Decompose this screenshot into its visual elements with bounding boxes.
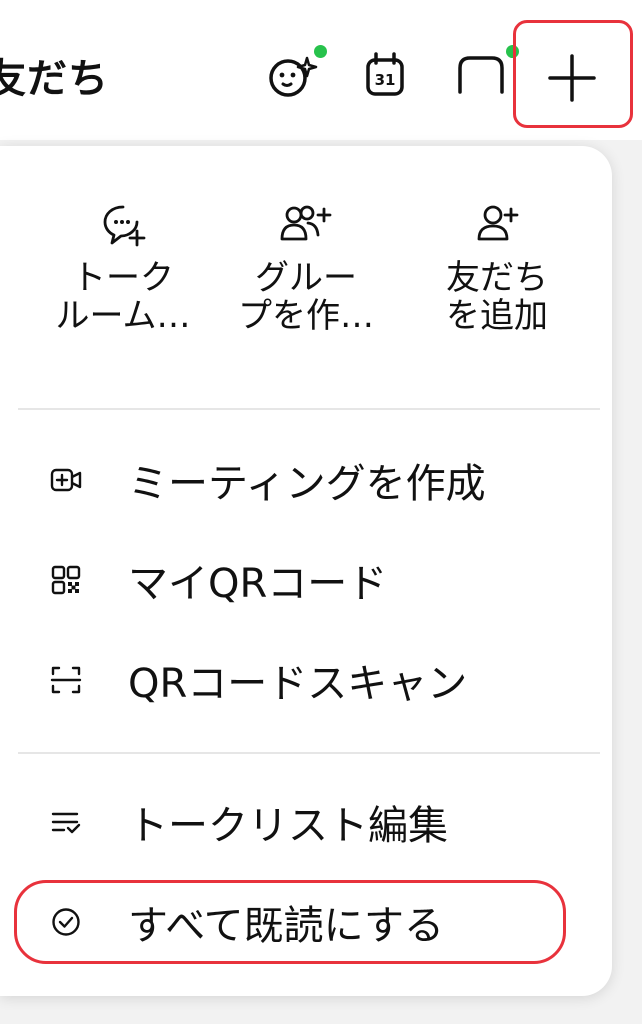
menu-item-label: トークリスト編集 — [128, 803, 448, 849]
menu-item-create-meeting[interactable]: ミーティングを作成 — [0, 432, 612, 528]
divider — [18, 408, 600, 410]
chat-bubble-icon[interactable] — [456, 45, 519, 104]
face-sparkle-icon[interactable] — [264, 45, 327, 104]
highlight-box-plus — [513, 20, 633, 128]
menu-item-qr-scan[interactable]: QRコードスキャン — [0, 632, 612, 728]
add-menu: トーク ルーム… グルー プを作… 友だち を追加 ミーティングを作成 マイQR… — [0, 146, 612, 996]
quick-action-talk-room[interactable]: トーク ルーム… — [38, 201, 208, 401]
menu-item-edit-talk-list[interactable]: トークリスト編集 — [0, 774, 612, 870]
qr-code-icon — [51, 565, 81, 595]
calendar-day: 31 — [375, 71, 396, 89]
top-bar: 友だち 31 — [0, 0, 642, 140]
qr-scan-icon — [50, 666, 82, 694]
quick-action-create-group[interactable]: グルー プを作… — [221, 201, 391, 401]
chat-plus-icon — [103, 205, 146, 247]
group-add-icon — [280, 205, 332, 241]
quick-action-add-friend[interactable]: 友だち を追加 — [412, 201, 582, 401]
quick-actions: トーク ルーム… グルー プを作… 友だち を追加 — [0, 146, 612, 408]
menu-item-label: QRコードスキャン — [128, 661, 468, 707]
menu-item-label: ミーティングを作成 — [128, 461, 486, 507]
calendar-icon[interactable]: 31 — [360, 48, 416, 104]
page-title: 友だち — [0, 56, 109, 102]
list-edit-icon — [51, 812, 81, 834]
menu-item-label: マイQRコード — [128, 561, 388, 607]
quick-action-label: グルー プを作… — [238, 258, 374, 336]
video-plus-icon — [50, 468, 82, 492]
quick-action-label: 友だち を追加 — [446, 258, 548, 336]
quick-action-label: トーク ルーム… — [55, 258, 191, 336]
divider — [18, 752, 600, 754]
notification-dot — [314, 45, 327, 58]
person-add-icon — [477, 205, 519, 241]
menu-item-my-qr-code[interactable]: マイQRコード — [0, 532, 612, 628]
highlight-box-mark-all-read — [14, 880, 566, 964]
